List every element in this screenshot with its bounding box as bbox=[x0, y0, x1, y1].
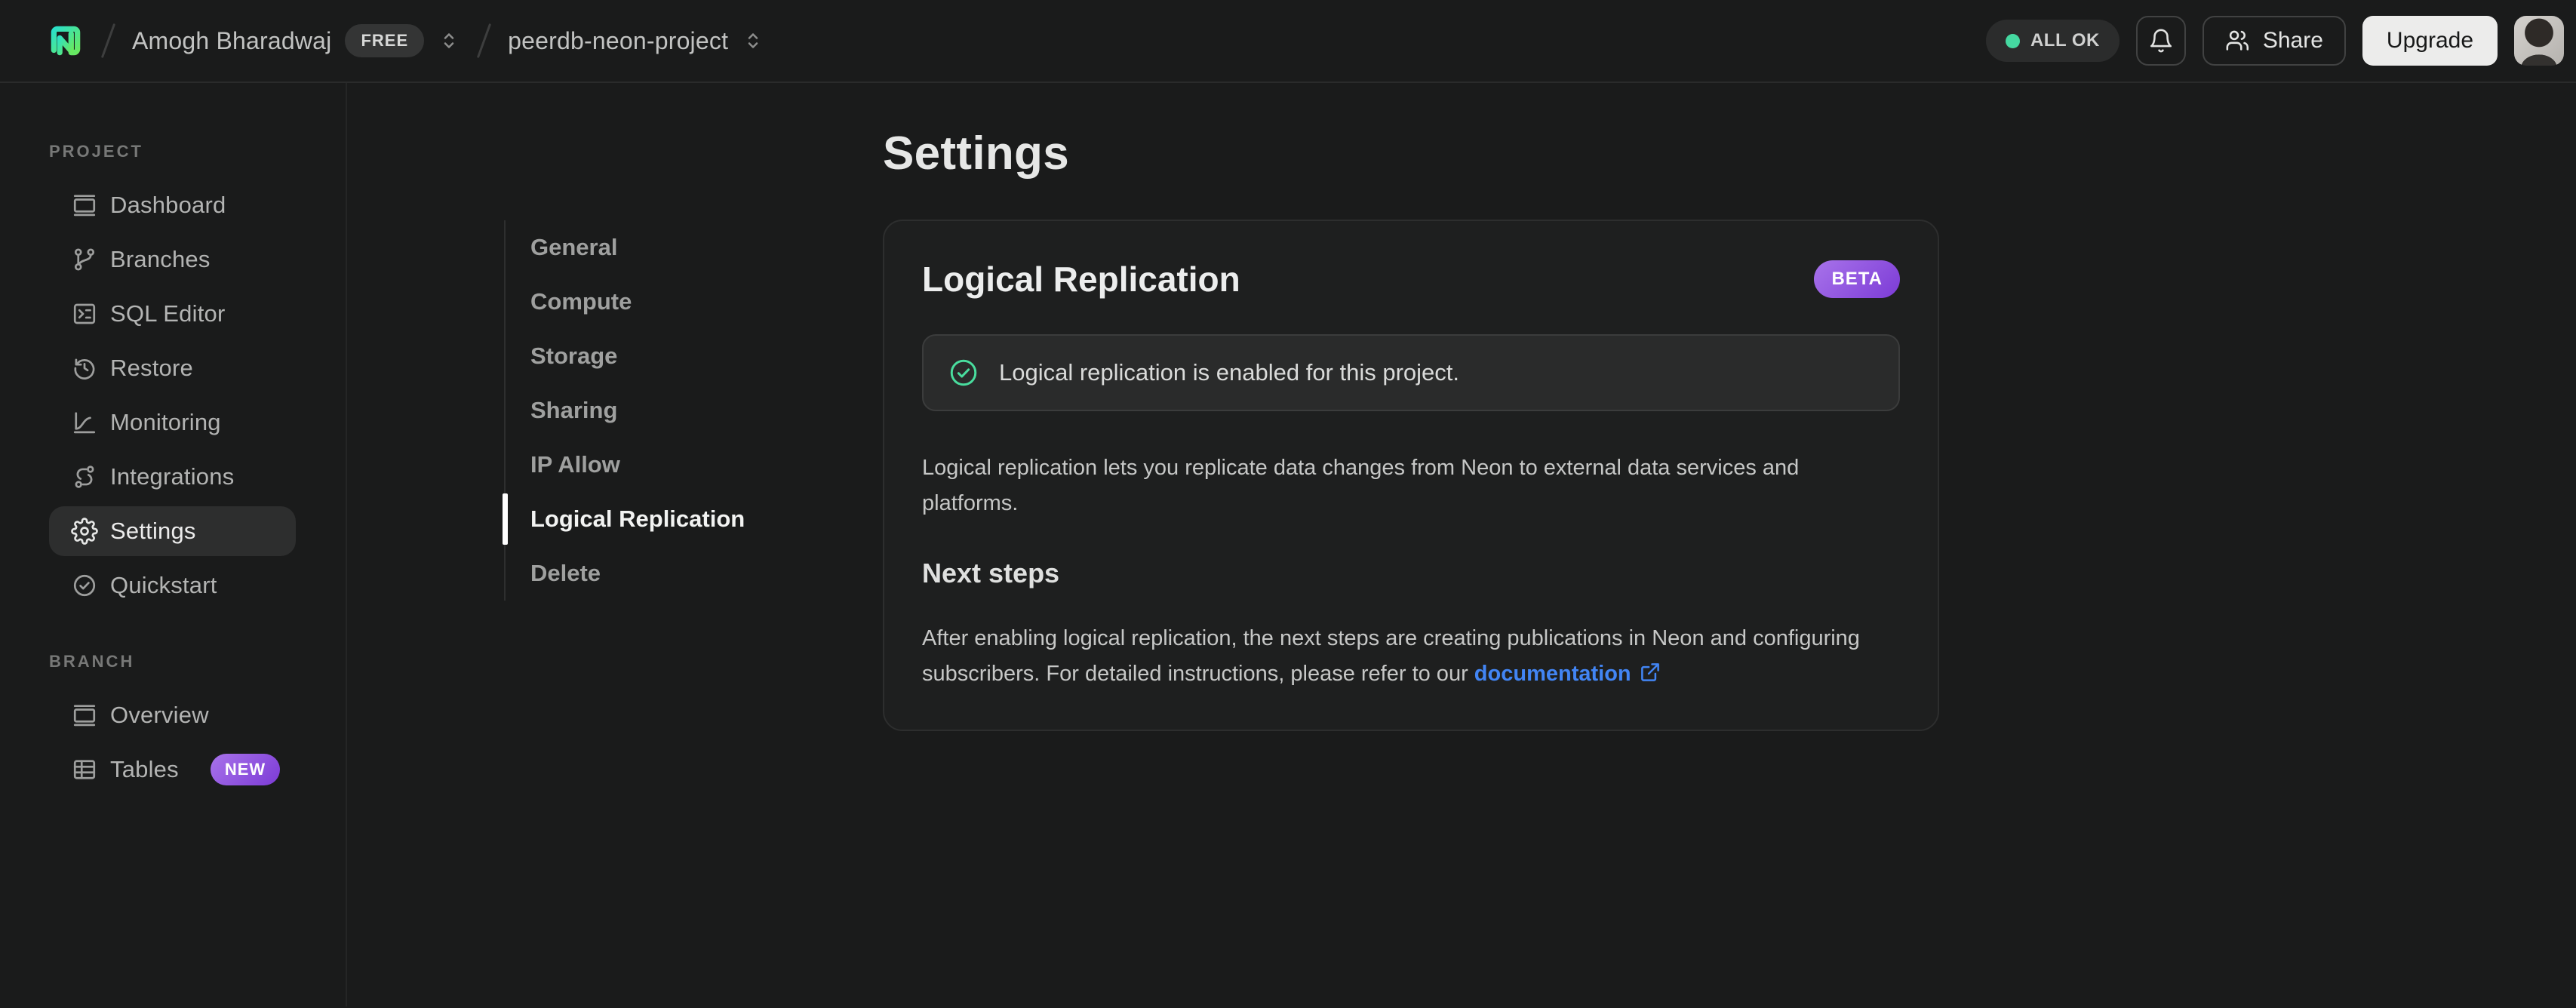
branch-section-label: BRANCH bbox=[49, 652, 135, 671]
sidebar-item-label: Tables bbox=[110, 756, 179, 782]
dashboard-icon bbox=[71, 192, 98, 219]
restore-icon bbox=[71, 355, 98, 382]
sidebar-item-label: Monitoring bbox=[110, 409, 221, 435]
next-steps-text: After enabling logical replication, the … bbox=[922, 621, 1900, 692]
settings-tab-sharing[interactable]: Sharing bbox=[506, 383, 753, 438]
sidebar-item-label: Restore bbox=[110, 355, 193, 381]
sidebar-item-dashboard[interactable]: Dashboard bbox=[49, 180, 296, 230]
org-plan-badge: FREE bbox=[345, 24, 425, 57]
neon-logo[interactable] bbox=[47, 22, 85, 60]
org-name: Amogh Bharadwaj bbox=[132, 26, 332, 54]
settings-tab-storage[interactable]: Storage bbox=[506, 329, 753, 383]
sidebar-item-label: Dashboard bbox=[110, 192, 226, 218]
sidebar-item-settings[interactable]: Settings bbox=[49, 506, 296, 556]
card-description: Logical replication lets you replicate d… bbox=[922, 456, 1800, 515]
share-button[interactable]: Share bbox=[2202, 16, 2346, 66]
settings-tab-logical-replication[interactable]: Logical Replication bbox=[503, 492, 753, 546]
sidebar-item-label: Branches bbox=[110, 246, 211, 272]
sidebar-item-label: Settings bbox=[110, 518, 196, 544]
tables-icon bbox=[71, 756, 98, 783]
sidebar: PROJECT Dashboard Branches SQL Editor Re… bbox=[0, 83, 347, 1006]
settings-tab-general[interactable]: General bbox=[506, 220, 753, 275]
org-breadcrumb[interactable]: Amogh Bharadwaj FREE bbox=[132, 24, 460, 57]
next-steps-text-body: After enabling logical replication, the … bbox=[922, 626, 1860, 686]
bell-icon bbox=[2148, 28, 2174, 54]
alert-text: Logical replication is enabled for this … bbox=[999, 359, 1460, 386]
logical-replication-card: Logical Replication BETA Logical replica… bbox=[883, 220, 1939, 731]
chevron-sort-icon[interactable] bbox=[742, 29, 764, 52]
branches-icon bbox=[71, 246, 98, 273]
project-breadcrumb[interactable]: peerdb-neon-project bbox=[508, 27, 764, 55]
top-header: Amogh Bharadwaj FREE peerdb-neon-project… bbox=[0, 0, 2576, 83]
page-title: Settings bbox=[883, 128, 1069, 180]
external-link-icon bbox=[1640, 663, 1659, 681]
settings-subnav: General Compute Storage Sharing IP Allow… bbox=[503, 220, 753, 601]
sidebar-item-monitoring[interactable]: Monitoring bbox=[49, 398, 296, 447]
beta-badge: BETA bbox=[1814, 260, 1900, 298]
new-badge: NEW bbox=[210, 754, 281, 785]
sidebar-item-sql-editor[interactable]: SQL Editor bbox=[49, 289, 296, 339]
sidebar-item-tables[interactable]: Tables NEW bbox=[49, 745, 296, 794]
next-steps-heading: Next steps bbox=[922, 558, 1060, 589]
breadcrumb-divider bbox=[100, 23, 116, 59]
sidebar-item-label: Overview bbox=[110, 702, 209, 728]
overview-icon bbox=[71, 702, 98, 729]
project-name: peerdb-neon-project bbox=[508, 26, 729, 54]
settings-tab-compute[interactable]: Compute bbox=[506, 275, 753, 329]
card-title: Logical Replication bbox=[922, 260, 1240, 299]
share-button-label: Share bbox=[2262, 28, 2323, 53]
notifications-button[interactable] bbox=[2135, 16, 2186, 66]
settings-tab-ip-allow[interactable]: IP Allow bbox=[506, 438, 753, 492]
upgrade-button[interactable]: Upgrade bbox=[2362, 16, 2498, 66]
sidebar-item-quickstart[interactable]: Quickstart bbox=[49, 561, 296, 610]
breadcrumb-divider bbox=[477, 23, 492, 59]
main-content: Settings Logical Replication BETA Logica… bbox=[883, 83, 1939, 731]
monitoring-icon bbox=[71, 409, 98, 436]
user-avatar[interactable] bbox=[2514, 16, 2564, 66]
sidebar-item-restore[interactable]: Restore bbox=[49, 343, 296, 393]
success-alert: Logical replication is enabled for this … bbox=[922, 334, 1900, 411]
settings-gear-icon bbox=[71, 518, 98, 545]
project-section-label: PROJECT bbox=[49, 142, 143, 161]
settings-tab-delete[interactable]: Delete bbox=[506, 546, 753, 601]
status-badge[interactable]: ALL OK bbox=[1985, 20, 2120, 62]
check-circle-icon bbox=[948, 357, 979, 389]
sidebar-item-label: Quickstart bbox=[110, 572, 217, 598]
users-icon bbox=[2225, 28, 2251, 54]
sql-editor-icon bbox=[71, 300, 98, 327]
status-label: ALL OK bbox=[2030, 30, 2100, 51]
sidebar-item-label: SQL Editor bbox=[110, 300, 226, 327]
documentation-link[interactable]: documentation bbox=[1474, 662, 1661, 686]
sidebar-item-branches[interactable]: Branches bbox=[49, 235, 296, 284]
status-ok-dot bbox=[2005, 33, 2020, 48]
integrations-icon bbox=[71, 463, 98, 490]
sidebar-item-label: Integrations bbox=[110, 463, 235, 490]
chevron-sort-icon[interactable] bbox=[438, 29, 460, 52]
sidebar-item-integrations[interactable]: Integrations bbox=[49, 452, 296, 502]
quickstart-check-icon bbox=[71, 572, 98, 599]
documentation-link-label: documentation bbox=[1474, 662, 1631, 686]
sidebar-item-overview[interactable]: Overview bbox=[49, 690, 296, 740]
